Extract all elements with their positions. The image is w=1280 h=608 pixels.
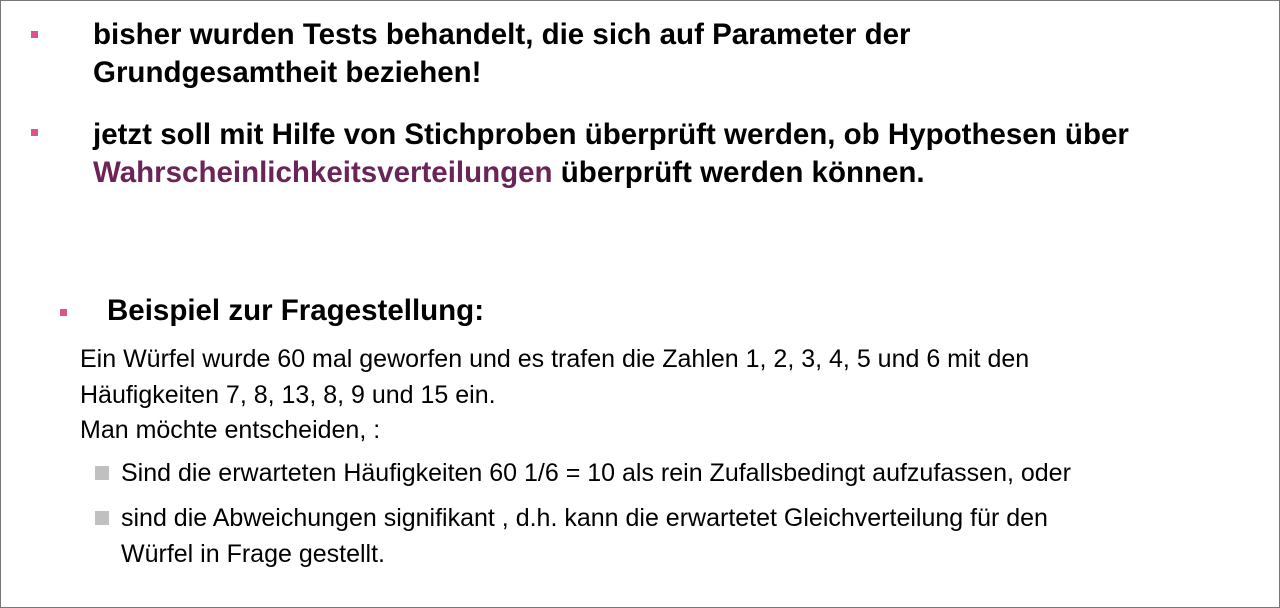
sub-item-2: sind die Abweichungen signifikant , d.h.… <box>121 501 1048 572</box>
sub-bullet-square-icon <box>95 511 109 525</box>
sub-item-1: Sind die erwarteten Häufigkeiten 60 1/6 … <box>121 456 1071 492</box>
sub-bullet-square-icon <box>95 466 109 480</box>
example-heading: Beispiel zur Fragestellung: <box>107 294 485 327</box>
bullet-2-text: jetzt soll mit Hilfe von Stichproben übe… <box>93 116 1129 192</box>
slide: bisher wurden Tests behandelt, die sich … <box>0 0 1280 608</box>
sub-item-2-line-1: sind die Abweichungen signifikant , d.h.… <box>121 504 1048 532</box>
sub-item-2-line-2: Würfel in Frage gestellt. <box>121 539 385 568</box>
bullet-2-line-2: Wahrscheinlichkeitsverteilungen überprüf… <box>93 154 1129 192</box>
bullet-square-icon <box>31 129 38 136</box>
bullet-2-line-2-rest: überprüft werden können. <box>552 156 925 189</box>
bullet-1-text: bisher wurden Tests behandelt, die sich … <box>93 16 911 92</box>
example-body-line-3: Man möchte entscheiden, : <box>80 416 381 444</box>
highlighted-term: Wahrscheinlichkeitsverteilungen <box>93 156 553 189</box>
bullet-square-icon <box>60 309 67 316</box>
example-body-line-2: Häufigkeiten 7, 8, 13, 8, 9 und 15 ein. <box>80 380 496 409</box>
example-body-line-1: Ein Würfel wurde 60 mal geworfen und es … <box>80 345 1030 373</box>
bullet-1-line-1: bisher wurden Tests behandelt, die sich … <box>93 18 911 51</box>
bullet-2-line-1: jetzt soll mit Hilfe von Stichproben übe… <box>93 118 1129 151</box>
bullet-1-line-2: Grundgesamtheit beziehen! <box>93 56 482 89</box>
sub-item-1-line-1: Sind die erwarteten Häufigkeiten 60 1/6 … <box>121 459 1071 487</box>
example-body: Ein Würfel wurde 60 mal geworfen und es … <box>80 342 1029 449</box>
bullet-square-icon <box>31 31 38 38</box>
